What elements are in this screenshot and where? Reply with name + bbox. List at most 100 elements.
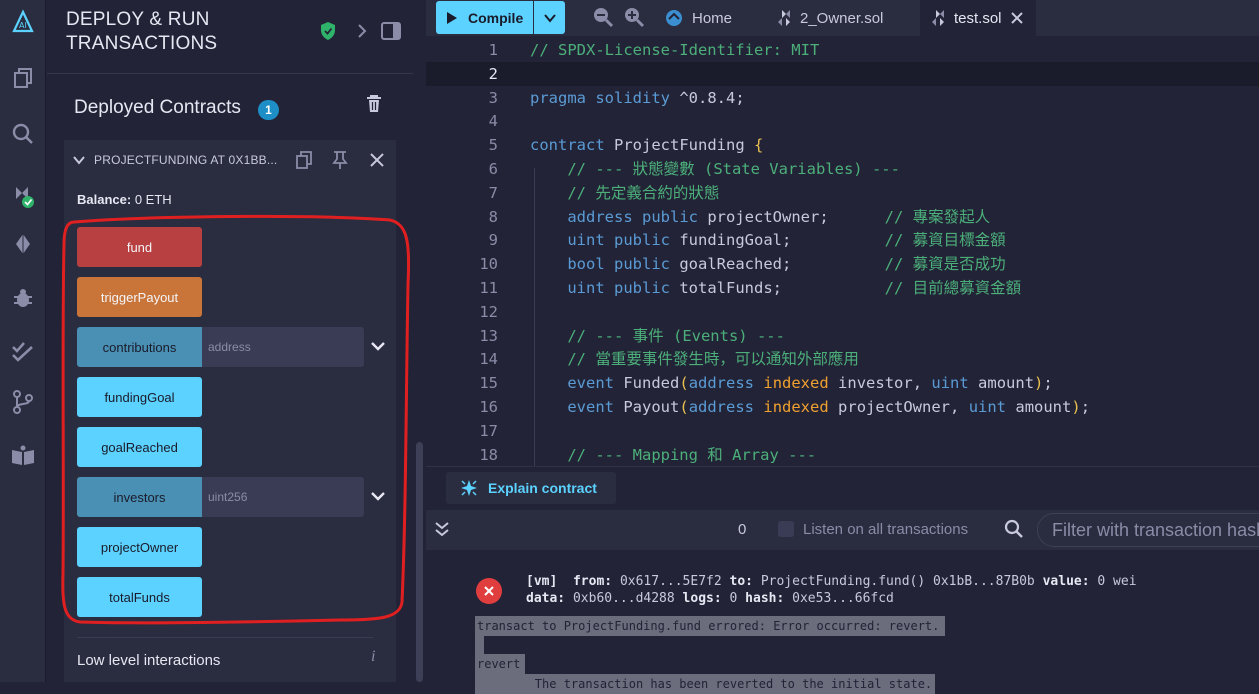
toggle-panel-icon[interactable] <box>380 20 402 42</box>
code-line[interactable]: 12 <box>426 300 1259 324</box>
remix-ai-logo-icon[interactable]: AI <box>0 4 46 40</box>
code-line[interactable]: 9 uint public fundingGoal; // 募資目標金額 <box>426 228 1259 252</box>
svg-text:AI: AI <box>19 21 27 30</box>
code-line[interactable]: 6 // --- 狀態變數 (State Variables) --- <box>426 157 1259 181</box>
code-editor[interactable]: 1 // SPDX-License-Identifier: MIT 2 3 pragma… <box>426 36 1259 466</box>
project-owner-button[interactable]: projectOwner <box>77 527 202 567</box>
code-text: contract ProjectFunding { <box>530 136 764 155</box>
code-text: // --- 事件 (Events) --- <box>567 326 785 345</box>
contributions-address-input[interactable] <box>202 327 364 367</box>
solidity-compiler-icon[interactable] <box>0 178 46 214</box>
zoom-in-icon[interactable] <box>623 6 645 28</box>
explain-contract-label: Explain contract <box>488 480 597 496</box>
code-text: // SPDX-License-Identifier: MIT <box>530 41 820 59</box>
code-line[interactable]: 17 <box>426 419 1259 443</box>
git-icon[interactable] <box>0 384 46 420</box>
panel-title-line1: DEPLOY & RUN <box>66 9 210 30</box>
file-explorer-icon[interactable] <box>0 60 46 96</box>
code-text: bool public goalReached; // 募資是否成功 <box>567 255 1006 274</box>
testing-icon[interactable] <box>0 334 46 370</box>
pending-tx-count: 0 <box>738 521 747 538</box>
trigger-payout-button[interactable]: triggerPayout <box>77 277 202 317</box>
listen-all-checkbox[interactable] <box>778 521 794 537</box>
editor-area: Compile Home 2_Owner.sol test.sol 1 // SP… <box>426 0 1259 694</box>
code-line[interactable]: 18 // --- Mapping 和 Array --- <box>426 443 1259 466</box>
investors-button[interactable]: investors <box>77 477 202 517</box>
copy-icon[interactable] <box>294 150 314 170</box>
contributions-button[interactable]: contributions <box>77 327 202 367</box>
compile-button[interactable]: Compile <box>436 1 533 34</box>
search-icon[interactable] <box>0 116 46 152</box>
chevron-down-icon[interactable] <box>369 487 387 505</box>
chevron-down-icon[interactable] <box>369 337 387 355</box>
tab-home[interactable]: Home <box>652 0 764 36</box>
line-number: 17 <box>479 421 498 440</box>
chevron-down-icon[interactable] <box>72 153 86 167</box>
deploy-run-icon[interactable] <box>0 226 46 262</box>
goal-reached-button[interactable]: goalReached <box>77 427 202 467</box>
scrollbar-thumb[interactable] <box>416 442 423 682</box>
code-line[interactable]: 10 bool public goalReached; // 募資是否成功 <box>426 252 1259 276</box>
tx-log-line-1[interactable]: [vm] from: 0x617...5E7f2 to: ProjectFund… <box>526 574 1137 589</box>
transaction-filter-input[interactable] <box>1037 513 1259 547</box>
total-funds-button[interactable]: totalFunds <box>77 577 202 617</box>
investors-uint256-input[interactable] <box>202 477 364 517</box>
error-x-icon[interactable] <box>476 578 502 604</box>
explain-contract-button[interactable]: Explain contract <box>446 472 616 504</box>
close-icon[interactable] <box>367 150 387 170</box>
log-data: 0xb60...d4288 <box>572 591 675 606</box>
line-number: 10 <box>479 255 498 274</box>
code-line[interactable]: 2 <box>426 61 1259 86</box>
tx-log-line-2[interactable]: data: 0xb60...d4288 logs: 0 hash: 0xe53.… <box>526 591 894 606</box>
close-icon[interactable] <box>1010 11 1024 25</box>
home-icon <box>666 10 682 26</box>
learneth-icon[interactable] <box>0 438 46 474</box>
line-number: 16 <box>479 398 498 416</box>
collapse-terminal-icon[interactable] <box>434 520 452 540</box>
code-line[interactable]: 3 pragma solidity ^0.8.4; <box>426 86 1259 110</box>
tab-test-sol[interactable]: test.sol <box>920 0 1036 36</box>
line-number: 13 <box>479 326 498 345</box>
chevron-right-icon[interactable] <box>351 20 373 42</box>
line-number: 9 <box>488 231 498 250</box>
code-line[interactable]: 15 event Funded(address indexed investor… <box>426 371 1259 395</box>
code-line[interactable]: 5 contract ProjectFunding { <box>426 133 1259 157</box>
code-line[interactable]: 13 // --- 事件 (Events) --- <box>426 324 1259 348</box>
tab-2-owner-sol[interactable]: 2_Owner.sol <box>766 0 918 36</box>
log-from: 0x617...5E7f2 <box>619 574 722 589</box>
code-text: event Payout(address indexed projectOwne… <box>567 398 1091 416</box>
code-line[interactable]: 16 event Payout(address indexed projectO… <box>426 395 1259 419</box>
debugger-icon[interactable] <box>0 280 46 316</box>
panel-scrollbar[interactable] <box>413 74 425 682</box>
zoom-out-icon[interactable] <box>592 6 614 28</box>
log-data-label: data: <box>526 591 566 606</box>
fund-button[interactable]: fund <box>77 227 202 267</box>
line-number: 2 <box>488 64 498 83</box>
log-vm: [vm] <box>526 574 558 589</box>
code-line[interactable]: 4 <box>426 109 1259 133</box>
code-text: // --- 狀態變數 (State Variables) --- <box>567 160 900 178</box>
deployed-count-badge: 1 <box>258 100 279 120</box>
code-line[interactable]: 1 // SPDX-License-Identifier: MIT <box>426 38 1259 62</box>
info-icon[interactable]: i <box>371 648 375 666</box>
code-line[interactable]: 11 uint public totalFunds; // 目前總募資金額 <box>426 276 1259 300</box>
trash-icon[interactable] <box>365 94 385 116</box>
balance-row: Balance: 0 ETH <box>77 192 172 207</box>
code-line[interactable]: 8 address public projectOwner; // 專案發起人 <box>426 205 1259 229</box>
code-text: pragma solidity ^0.8.4; <box>530 88 745 107</box>
listen-all-label: Listen on all transactions <box>803 521 969 538</box>
line-number: 11 <box>479 279 498 297</box>
pin-icon[interactable] <box>330 150 350 170</box>
compile-options-dropdown[interactable] <box>534 1 565 34</box>
line-number: 5 <box>488 136 498 155</box>
search-icon[interactable] <box>1004 519 1026 541</box>
funding-goal-button[interactable]: fundingGoal <box>77 377 202 417</box>
verified-shield-icon <box>317 20 339 42</box>
code-text: uint public fundingGoal; // 募資目標金額 <box>567 231 1006 250</box>
panel-title-line2: TRANSACTIONS <box>66 33 218 54</box>
line-number: 7 <box>488 183 498 202</box>
code-line[interactable]: 14 // 當重要事件發生時，可以通知外部應用 <box>426 347 1259 371</box>
balance-value: 0 ETH <box>134 192 172 207</box>
balance-label: Balance: <box>77 192 132 207</box>
code-line[interactable]: 7 // 先定義合約的狀態 <box>426 181 1259 205</box>
